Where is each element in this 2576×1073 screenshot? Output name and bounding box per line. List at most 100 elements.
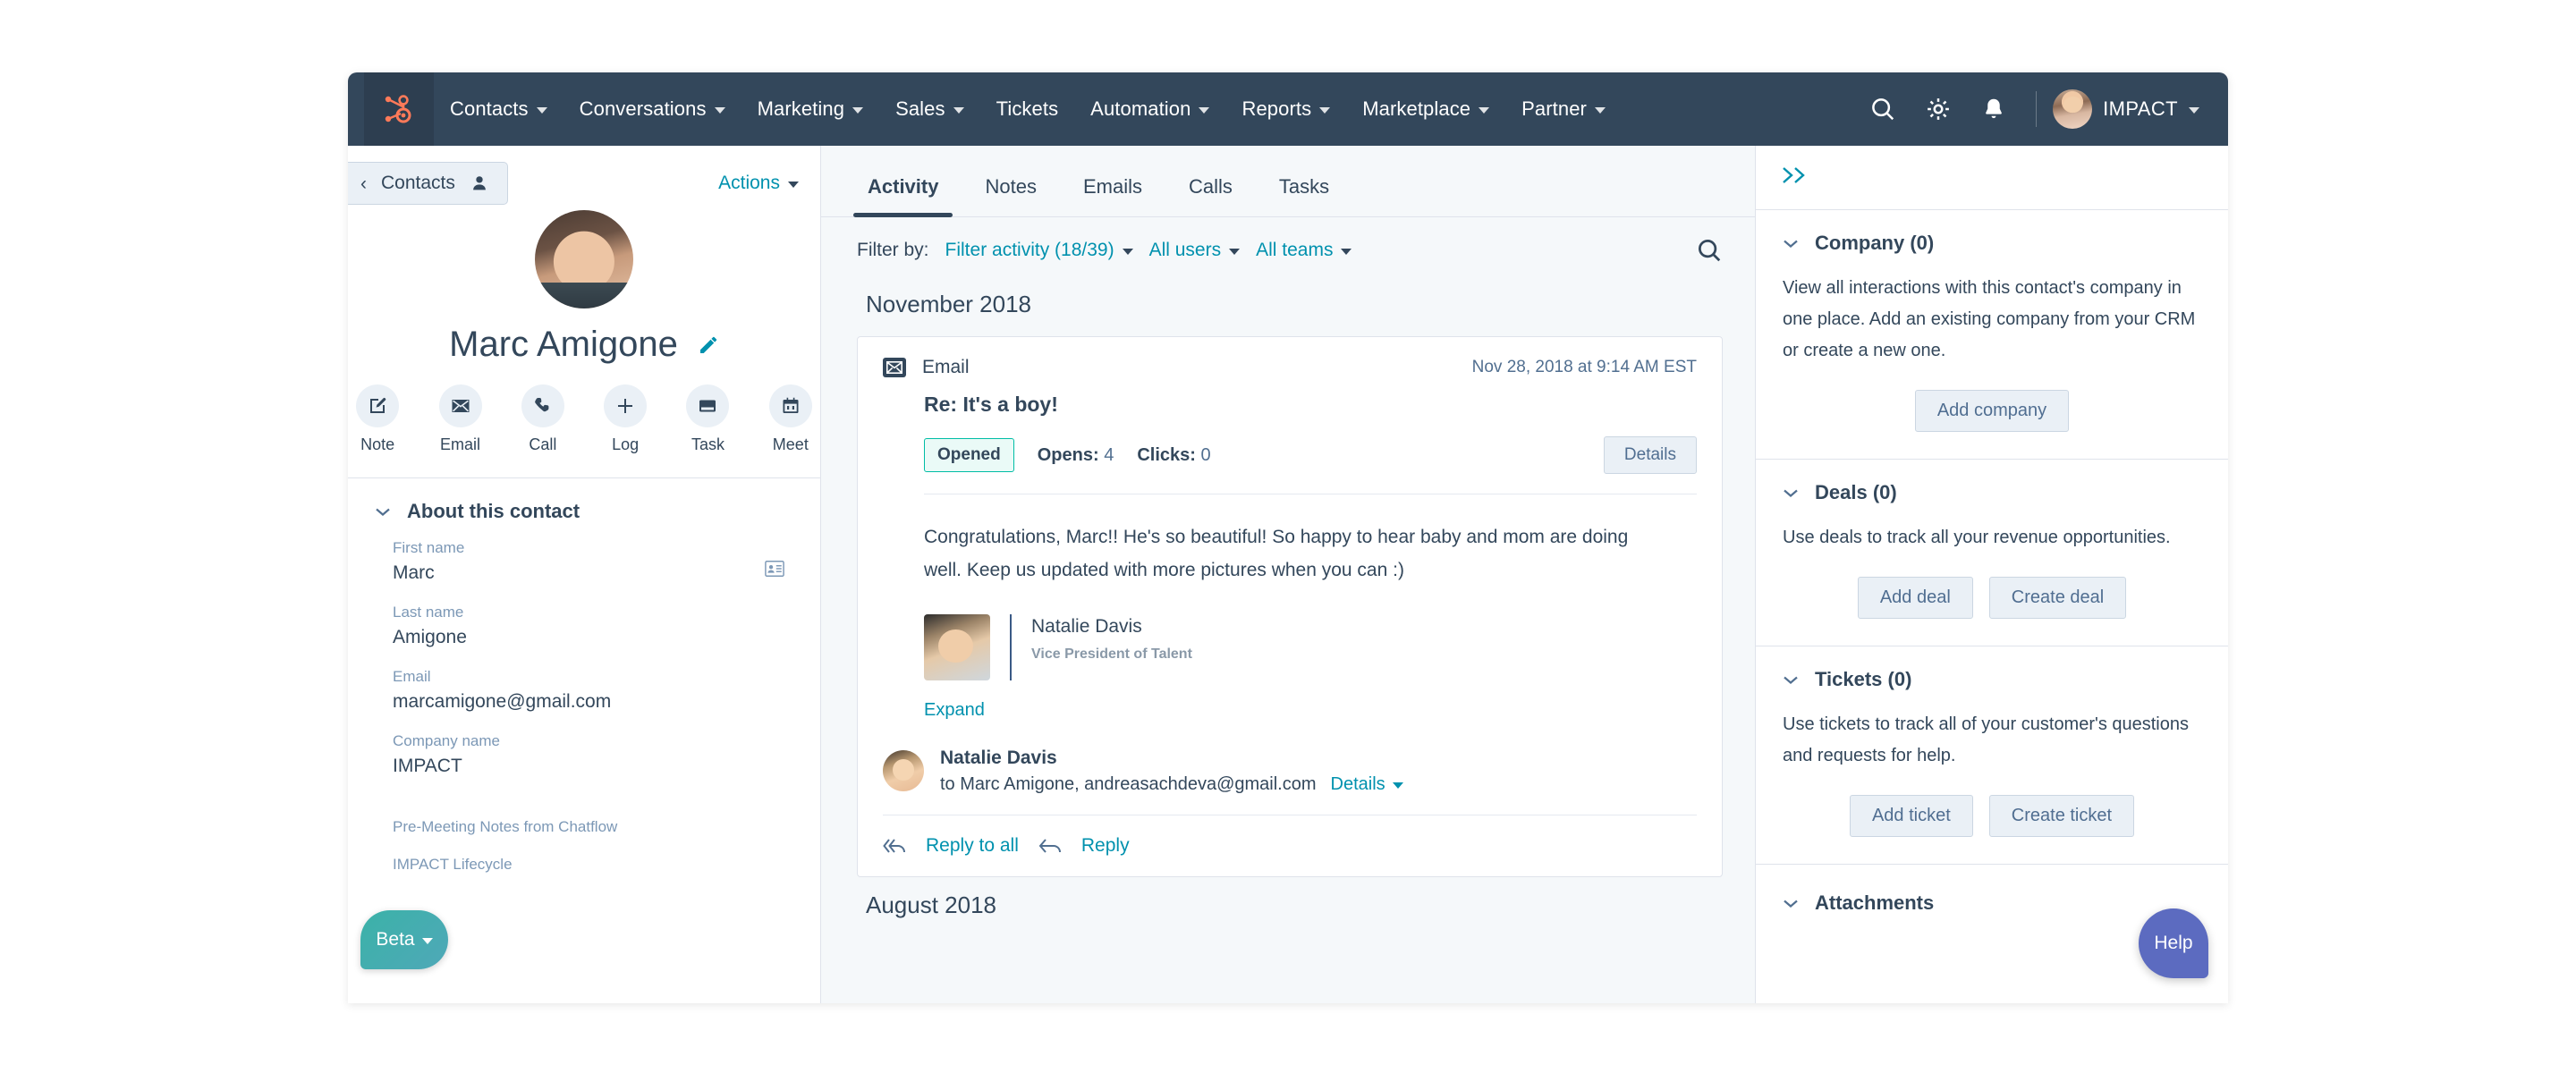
nav-item-marketplace[interactable]: Marketplace: [1346, 72, 1505, 146]
actions-dropdown[interactable]: Actions: [718, 162, 799, 194]
nav-item-label: Tickets: [996, 97, 1059, 121]
account-menu[interactable]: IMPACT: [2051, 72, 2208, 146]
chevron-down-icon: [852, 107, 863, 114]
details-button[interactable]: Details: [1604, 436, 1697, 474]
about-section-title: About this contact: [407, 500, 580, 523]
sender-recipients: to Marc Amigone, andreasachdeva@gmail.co…: [940, 774, 1317, 795]
quick-action-email[interactable]: Email: [430, 384, 489, 454]
tab-emails[interactable]: Emails: [1060, 175, 1165, 216]
filter-teams-dropdown[interactable]: All teams: [1256, 240, 1352, 261]
panel-tickets: Tickets (0) Use tickets to track all of …: [1756, 646, 2228, 865]
note-icon: [356, 384, 399, 427]
chevron-down-icon: [1783, 899, 1799, 908]
field-last-name[interactable]: Last name Amigone: [393, 604, 793, 648]
panel-attachments-header[interactable]: Attachments: [1783, 891, 2201, 915]
gear-icon[interactable]: [1911, 72, 1966, 146]
bell-icon[interactable]: [1966, 72, 2021, 146]
nav-item-marketing[interactable]: Marketing: [741, 72, 880, 146]
sender-recipients-row: to Marc Amigone, andreasachdeva@gmail.co…: [940, 774, 1403, 795]
quick-action-log[interactable]: Log: [596, 384, 655, 454]
nav-item-reports[interactable]: Reports: [1225, 72, 1346, 146]
reply-icon: [1038, 838, 1062, 854]
panel-tickets-header[interactable]: Tickets (0): [1783, 668, 2201, 691]
add-company-button[interactable]: Add company: [1915, 390, 2069, 432]
opens-stat: Opens: 4: [1038, 445, 1114, 466]
create-deal-button[interactable]: Create deal: [1989, 577, 2126, 619]
panel-description: Use tickets to track all of your custome…: [1783, 709, 2201, 772]
nav-item-conversations[interactable]: Conversations: [564, 72, 741, 146]
nav-item-partner[interactable]: Partner: [1505, 72, 1622, 146]
quick-action-label: Log: [596, 435, 655, 454]
add-ticket-button[interactable]: Add ticket: [1850, 795, 1973, 837]
edit-pencil-icon[interactable]: [698, 334, 719, 356]
field-value: Amigone: [393, 627, 793, 648]
field-impact-lifecycle[interactable]: IMPACT Lifecycle: [393, 856, 793, 874]
nav-item-contacts[interactable]: Contacts: [434, 72, 564, 146]
email-body: Congratulations, Marc!! He's so beautifu…: [858, 494, 1722, 587]
status-badge: Opened: [924, 438, 1014, 472]
caret-down-icon: [422, 938, 433, 944]
signature-rule: [1010, 614, 1012, 680]
actions-label: Actions: [718, 173, 780, 194]
contact-fields: First name Marc Last name Amigone Ema: [348, 523, 820, 874]
field-first-name[interactable]: First name Marc: [393, 539, 793, 584]
nav-item-label: Reports: [1241, 97, 1311, 121]
help-button[interactable]: Help: [2139, 908, 2208, 978]
tab-tasks[interactable]: Tasks: [1256, 175, 1352, 216]
panel-title: Deals (0): [1815, 481, 1897, 504]
quick-action-task[interactable]: Task: [678, 384, 737, 454]
nav-item-sales[interactable]: Sales: [879, 72, 980, 146]
email-subject[interactable]: Re: It's a boy!: [858, 378, 1722, 417]
timeline-month-heading-next: August 2018: [866, 891, 1723, 919]
filter-users-dropdown[interactable]: All users: [1149, 240, 1241, 261]
chevron-down-icon: [1783, 239, 1799, 249]
field-value: IMPACT: [393, 756, 793, 777]
quick-actions: Note Email Call: [348, 384, 820, 454]
filter-activity-dropdown[interactable]: Filter activity (18/39): [945, 240, 1133, 261]
back-to-contacts-button[interactable]: ‹ Contacts: [348, 162, 508, 205]
contact-card-icon[interactable]: [765, 561, 784, 577]
nav-item-label: Marketing: [758, 97, 845, 121]
email-stats-row: Opened Opens: 4 Clicks: 0 Details: [924, 436, 1697, 494]
quick-action-note[interactable]: Note: [348, 384, 407, 454]
field-pre-meeting-notes[interactable]: Pre-Meeting Notes from Chatflow: [393, 818, 793, 836]
field-label: Last name: [393, 604, 793, 621]
quick-action-label: Meet: [761, 435, 820, 454]
field-email[interactable]: Email marcamigone@gmail.com: [393, 668, 793, 713]
search-icon[interactable]: [1696, 237, 1723, 264]
signature-name: Natalie Davis: [1031, 616, 1192, 638]
add-deal-button[interactable]: Add deal: [1858, 577, 1973, 619]
create-ticket-button[interactable]: Create ticket: [1989, 795, 2134, 837]
card-header: Email Nov 28, 2018 at 9:14 AM EST: [858, 337, 1722, 378]
reply-link[interactable]: Reply: [1081, 835, 1130, 857]
hubspot-sprocket-logo[interactable]: [364, 72, 434, 146]
about-section-header[interactable]: About this contact: [348, 478, 820, 523]
caret-down-icon: [788, 182, 799, 188]
quick-action-meet[interactable]: Meet: [761, 384, 820, 454]
panel-company-header[interactable]: Company (0): [1783, 232, 2201, 255]
tab-activity[interactable]: Activity: [844, 175, 962, 216]
nav-item-tickets[interactable]: Tickets: [980, 72, 1075, 146]
search-icon[interactable]: [1855, 72, 1911, 146]
nav-item-automation[interactable]: Automation: [1074, 72, 1225, 146]
beta-chat-bubble[interactable]: Beta: [360, 910, 448, 969]
field-label: Company name: [393, 732, 793, 750]
reply-to-all-link[interactable]: Reply to all: [926, 835, 1019, 857]
tab-label: Calls: [1189, 175, 1233, 198]
collapse-sidebar-button[interactable]: [1756, 146, 2228, 210]
sender-details-dropdown[interactable]: Details: [1331, 774, 1403, 795]
quick-action-call[interactable]: Call: [513, 384, 572, 454]
tab-notes[interactable]: Notes: [962, 175, 1059, 216]
chevron-down-icon: [953, 107, 964, 114]
sender-details-label: Details: [1331, 774, 1385, 795]
field-company-name[interactable]: Company name IMPACT: [393, 732, 793, 777]
chevron-down-icon: [375, 507, 391, 517]
expand-link[interactable]: Expand: [924, 700, 1722, 721]
tab-calls[interactable]: Calls: [1165, 175, 1256, 216]
panel-company: Company (0) View all interactions with t…: [1756, 210, 2228, 460]
phone-icon: [521, 384, 564, 427]
card-type-label: Email: [922, 357, 970, 378]
email-sender-row: Natalie Davis to Marc Amigone, andreasac…: [883, 748, 1697, 815]
panel-deals-header[interactable]: Deals (0): [1783, 481, 2201, 504]
caret-down-icon: [1123, 249, 1133, 255]
